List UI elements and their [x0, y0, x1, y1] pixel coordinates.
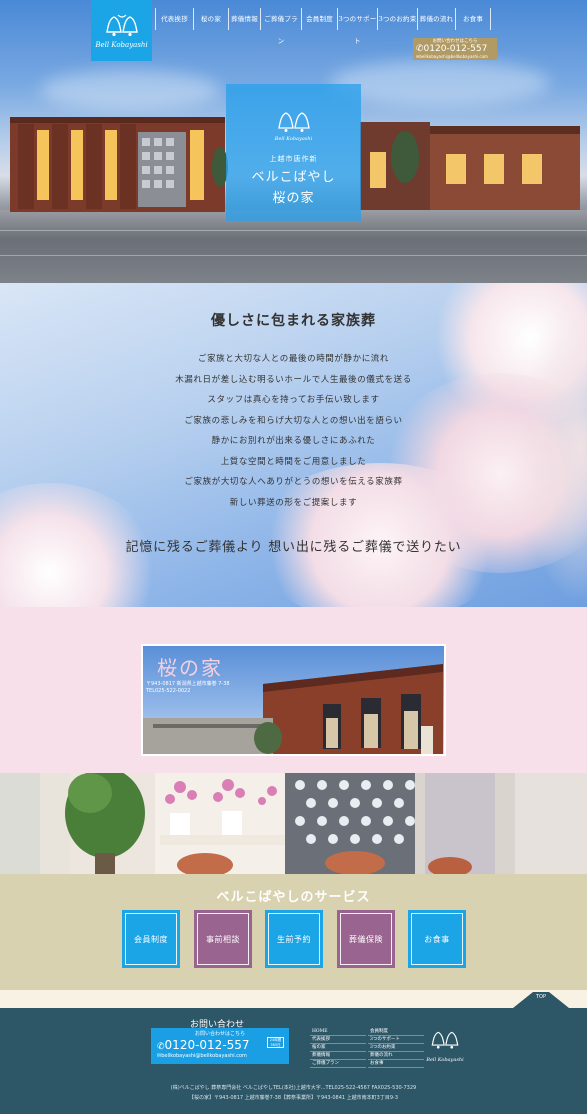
hero-title-line2: 桜の家 [272, 191, 315, 206]
intro-line: 静かにお別れが出来る優しさにあふれた [211, 436, 376, 446]
intro-line: 木漏れ日が差し込む明るいホールで人生最後の儀式を送る [175, 374, 412, 385]
footer-nav-left: HOME 代表挨拶 桜の家 葬儀情報 ご葬儀プラン [310, 1028, 366, 1068]
back-to-top-label: TOP [535, 994, 546, 1000]
footer-logo-text: Bell Kobayashi [426, 1057, 464, 1063]
footer-logo[interactable]: Bell Kobayashi [425, 1029, 465, 1065]
service-label: 葬儀保険 [340, 913, 392, 965]
footer-contact-box[interactable]: お問い合わせはこちら ✆0120-012-557 24時間 365日 ✉bell… [151, 1028, 289, 1064]
services-title: ベルこばやしのサービス [216, 890, 371, 905]
hero-section: Bell Kobayashi 代表挨拶 桜の家 葬儀情報 ご葬儀プラン 会員制度… [0, 0, 587, 283]
banner-address: 〒943-0817 新潟県上越市藤巻 7-38 [146, 681, 230, 687]
bells-logo-icon [431, 1031, 459, 1049]
nav-meals[interactable]: お食事 [455, 8, 491, 30]
back-to-top-button[interactable]: TOP [513, 990, 569, 1008]
header-email: bellkobayashi@bellkobayashi.com [419, 54, 488, 59]
intro-catchphrase: 記憶に残るご葬儀より 想い出に残るご葬儀で送りたい [125, 540, 462, 555]
intro-section: 優しさに包まれる家族葬 ご家族と大切な人との最後の時間が静かに流れ 木漏れ日が差… [0, 283, 587, 607]
sakura-house-section: 桜の家 〒943-0817 新潟県上越市藤巻 7-38 TEL025-522-0… [0, 607, 587, 773]
logo-text: Bell Kobayashi [95, 40, 148, 49]
hero-subtitle: 上越市唐作新 [269, 155, 318, 163]
bells-logo-icon [105, 14, 138, 36]
intro-text: ご家族と大切な人との最後の時間が静かに流れ 木漏れ日が差し込む明るいホールで人生… [0, 349, 587, 513]
banner-tel: TEL025-522-0022 [146, 688, 191, 694]
bells-logo-icon [278, 112, 310, 132]
phone-icon: ✆ [416, 44, 424, 54]
header-phone-number: 0120-012-557 [423, 44, 488, 54]
footer-email: bellkobayashi@bellkobayashi.com [161, 1053, 247, 1059]
intro-line: 新しい葬送の形をご提案します [229, 497, 358, 508]
header-contact-box[interactable]: お問い合わせはこちら ✆0120-012-557 ✉bellkobayashi@… [413, 38, 497, 60]
service-label: 会員制度 [125, 913, 177, 965]
sakura-house-banner[interactable]: 桜の家 〒943-0817 新潟県上越市藤巻 7-38 TEL025-522-0… [141, 644, 446, 756]
hero-cloud [40, 70, 220, 110]
nav-funeral-flow[interactable]: 葬儀の流れ [417, 8, 455, 30]
service-label: お食事 [411, 913, 463, 965]
service-insurance-button[interactable]: 葬儀保険 [337, 910, 395, 968]
site-footer: お問い合わせ お問い合わせはこちら ✆0120-012-557 24時間 365… [0, 1008, 587, 1114]
service-meals-button[interactable]: お食事 [408, 910, 466, 968]
site-logo[interactable]: Bell Kobayashi [91, 0, 152, 61]
hero-title-panel: Bell Kobayashi 上越市唐作新 ベルこばやし 桜の家 [226, 84, 361, 221]
service-consultation-button[interactable]: 事前相談 [194, 910, 252, 968]
nav-three-promises[interactable]: 3つのお約束 [377, 8, 417, 30]
footer-nav-funeral-info[interactable]: 葬儀情報 [310, 1052, 366, 1060]
footer-phone-number: 0120-012-557 [164, 1038, 250, 1052]
nav-three-supports[interactable]: 3つのサポート [337, 8, 377, 45]
footer-nav-three-promises[interactable]: 3つのお約束 [368, 1044, 424, 1052]
intro-line: ご家族が大切な人へありがとうの想いを伝える家族葬 [184, 477, 403, 487]
intro-title: 優しさに包まれる家族葬 [211, 313, 376, 329]
footer-nav-home[interactable]: HOME [310, 1028, 366, 1036]
intro-line: 上質な空間と時間をご用意しました [220, 456, 367, 467]
nav-funeral-info[interactable]: 葬儀情報 [228, 8, 260, 30]
intro-line: ご家族の悲しみを和らげ大切な人との想い出を語らい [184, 415, 403, 426]
service-label: 事前相談 [197, 913, 249, 965]
hours-badge: 24時間 365日 [267, 1037, 284, 1048]
footer-nav-right: 会員制度 3つのサポート 3つのお約束 葬儀の流れ お食事 [368, 1028, 424, 1068]
footer-nav-membership[interactable]: 会員制度 [368, 1028, 424, 1036]
hero-title-line1: ベルこばやし [251, 170, 336, 185]
service-reservation-button[interactable]: 生前予約 [265, 910, 323, 968]
global-nav: 代表挨拶 桜の家 葬儀情報 ご葬儀プラン 会員制度 3つのサポート 3つのお約束… [155, 8, 491, 45]
footer-nav-sakura-house[interactable]: 桜の家 [310, 1044, 366, 1052]
footer-nav-greeting[interactable]: 代表挨拶 [310, 1036, 366, 1044]
hero-cloud [330, 60, 550, 105]
service-label: 生前予約 [268, 913, 320, 965]
footer-nav-funeral-plans[interactable]: ご葬儀プラン [310, 1060, 366, 1068]
intro-line: ご家族と大切な人との最後の時間が静かに流れ [197, 354, 390, 364]
footer-nav-three-supports[interactable]: 3つのサポート [368, 1036, 424, 1044]
footer-contact-caption: お問い合わせはこちら [194, 1031, 245, 1037]
service-membership-button[interactable]: 会員制度 [122, 910, 180, 968]
footer-company-info: (株)ベルこばやし 葬祭専門会社 ベルこばやしTEL(本社)上越市大字...TE… [170, 1085, 417, 1091]
nav-sakura-house[interactable]: 桜の家 [193, 8, 228, 30]
intro-line: スタッフは真心を持ってお手伝い致します [207, 395, 380, 405]
nav-greeting[interactable]: 代表挨拶 [155, 8, 193, 30]
hero-logo-text: Bell Kobayashi [274, 136, 313, 142]
phone-icon: ✆ [157, 1042, 165, 1052]
services-section: ベルこばやしのサービス 会員制度 事前相談 生前予約 葬儀保険 お食事 [0, 874, 587, 990]
nav-funeral-plans[interactable]: ご葬儀プラン [260, 8, 301, 45]
nav-membership[interactable]: 会員制度 [301, 8, 337, 30]
top-strip [0, 990, 587, 1008]
banner-title: 桜の家 [157, 656, 223, 680]
footer-nav-meals[interactable]: お食事 [368, 1060, 424, 1068]
footer-address: 【桜の家】〒943-0817 上越市藤巻7-38【葬祭事業所】〒943-0841… [188, 1095, 399, 1101]
interior-photo [0, 773, 587, 874]
footer-nav-funeral-flow[interactable]: 葬儀の流れ [368, 1052, 424, 1060]
interior-image [0, 773, 587, 874]
